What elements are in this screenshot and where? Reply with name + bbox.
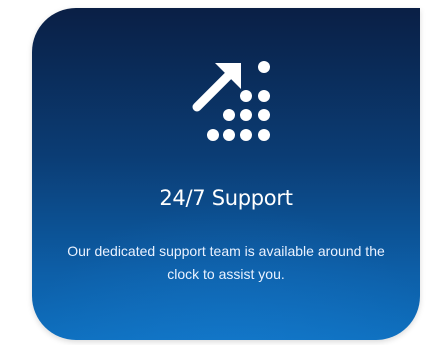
card-title: 24/7 Support (159, 186, 293, 210)
growth-arrow-dots-icon (192, 61, 270, 141)
support-feature-card: 24/7 Support Our dedicated support team … (32, 8, 420, 340)
card-description: Our dedicated support team is available … (67, 243, 385, 282)
